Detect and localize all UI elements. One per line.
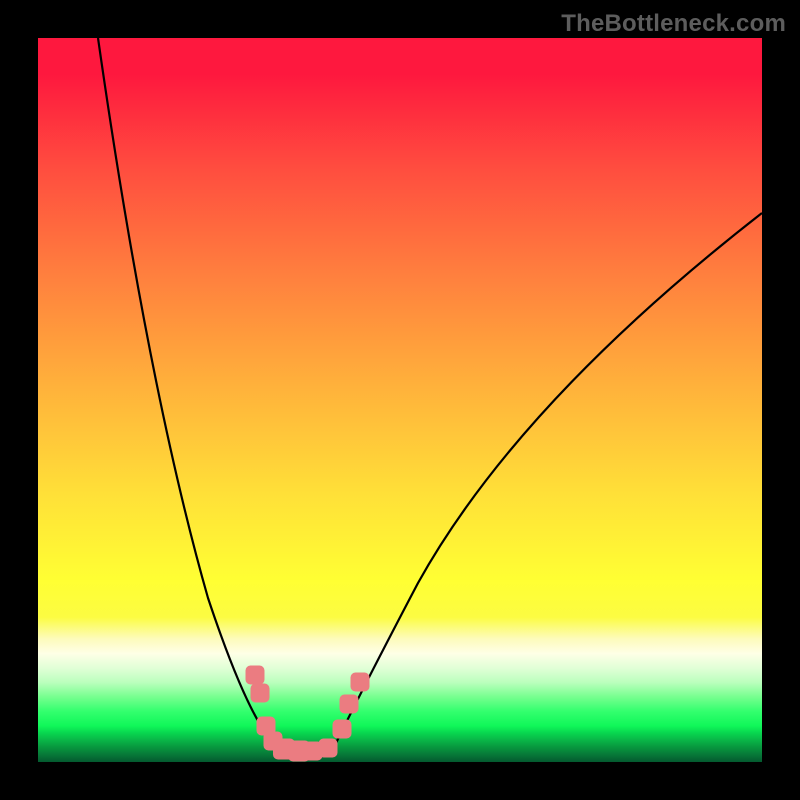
watermark: TheBottleneck.com bbox=[561, 10, 786, 38]
curve-left bbox=[98, 38, 273, 748]
data-marker bbox=[251, 684, 270, 703]
data-marker bbox=[333, 720, 352, 739]
curve-right bbox=[336, 213, 762, 743]
chart-frame: TheBottleneck.com bbox=[0, 0, 800, 800]
data-marker bbox=[340, 695, 359, 714]
data-marker bbox=[319, 739, 338, 758]
plot-area bbox=[38, 38, 762, 762]
data-marker bbox=[246, 666, 265, 685]
data-marker bbox=[351, 673, 370, 692]
curve-layer bbox=[38, 38, 762, 762]
